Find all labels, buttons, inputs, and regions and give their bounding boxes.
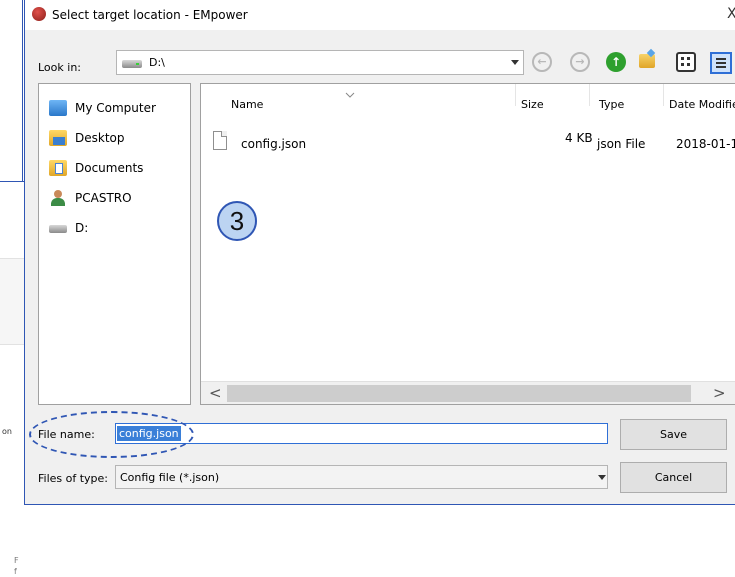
- drive-icon: [49, 225, 67, 233]
- column-header-type[interactable]: Type: [599, 98, 624, 111]
- file-icon: [213, 131, 227, 150]
- look-in-dropdown[interactable]: D:\: [116, 50, 524, 75]
- up-folder-icon[interactable]: ↑: [606, 52, 626, 72]
- look-in-value: D:\: [149, 56, 165, 69]
- back-arrow-icon[interactable]: ←: [532, 52, 552, 72]
- dialog-title: Select target location - EMpower: [52, 8, 248, 22]
- scrollbar-thumb[interactable]: [227, 385, 691, 402]
- horizontal-scrollbar[interactable]: < >: [201, 381, 735, 404]
- cancel-button[interactable]: Cancel: [620, 462, 727, 493]
- desktop-icon: [49, 130, 67, 146]
- sidebar-item-label: My Computer: [75, 101, 156, 115]
- column-header-date[interactable]: Date Modified: [669, 98, 735, 111]
- sidebar-item-label: PCASTRO: [75, 191, 132, 205]
- scroll-left-icon[interactable]: <: [209, 384, 222, 402]
- column-header-size[interactable]: Size: [521, 98, 544, 111]
- file-list[interactable]: Name Size Type Date Modified config.json…: [200, 83, 735, 405]
- file-date: 2018-01-15: [676, 137, 735, 151]
- list-view-icon[interactable]: [676, 52, 696, 72]
- file-size: 4 KB: [565, 131, 593, 145]
- sidebar-item-label: D:: [75, 221, 89, 235]
- sidebar-item-label: Documents: [75, 161, 144, 175]
- file-type-value: Config file (*.json): [120, 471, 220, 484]
- chevron-down-icon[interactable]: [511, 60, 519, 65]
- file-dialog: Select target location - EMpower X Look …: [24, 0, 735, 505]
- close-icon[interactable]: X: [727, 6, 735, 22]
- background-text: on: [2, 427, 12, 436]
- file-name: config.json: [241, 137, 307, 151]
- app-logo-icon: [32, 7, 46, 21]
- scroll-right-icon[interactable]: >: [713, 384, 726, 402]
- step-number-callout: 3: [217, 201, 257, 241]
- file-type-label: Files of type:: [38, 472, 109, 485]
- detail-view-icon[interactable]: [710, 52, 732, 74]
- look-in-label: Look in:: [38, 61, 81, 74]
- column-divider[interactable]: [589, 84, 590, 106]
- file-type-dropdown[interactable]: Config file (*.json): [115, 465, 608, 489]
- documents-icon: [49, 160, 67, 176]
- chevron-down-icon[interactable]: [598, 475, 606, 480]
- sidebar-item-label: Desktop: [75, 131, 125, 145]
- file-type: json File: [597, 137, 646, 151]
- title-bar: Select target location - EMpower X: [25, 0, 735, 30]
- computer-icon: [49, 100, 67, 116]
- save-button[interactable]: Save: [620, 419, 727, 450]
- forward-arrow-icon[interactable]: →: [570, 52, 590, 72]
- column-divider[interactable]: [515, 84, 516, 106]
- places-sidebar: My Computer Desktop Documents PCASTRO D:: [38, 83, 191, 405]
- new-folder-icon[interactable]: [639, 54, 655, 68]
- column-header-name[interactable]: Name: [231, 98, 263, 111]
- background-toolbar-text: Ff: [14, 556, 19, 576]
- background-panel: [0, 0, 23, 182]
- sort-chevron-icon: [345, 92, 355, 98]
- drive-icon: [122, 60, 142, 68]
- column-divider[interactable]: [663, 84, 664, 106]
- user-icon: [49, 190, 67, 206]
- highlight-ellipse: [29, 411, 194, 458]
